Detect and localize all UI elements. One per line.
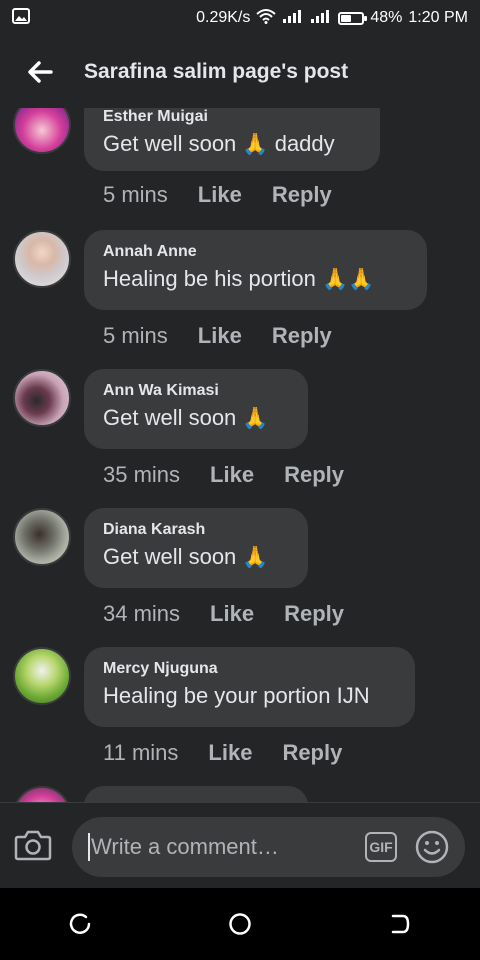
comment-time: 5 mins [103, 182, 168, 207]
emoji: 🙏 [242, 546, 269, 569]
comment-bubble[interactable] [84, 786, 308, 802]
wifi-icon [256, 8, 277, 29]
like-button[interactable]: Like [208, 740, 252, 766]
back-nav-button[interactable] [380, 904, 420, 944]
emoji-button[interactable] [415, 830, 449, 864]
comment-bubble[interactable]: Diana Karash Get well soon 🙏 [84, 508, 308, 588]
avatar[interactable] [13, 230, 71, 288]
avatar[interactable] [13, 786, 71, 802]
emoji: 🙏 [242, 407, 269, 430]
camera-icon [14, 830, 52, 861]
network-speed: 0.29K/s [196, 9, 251, 26]
back-nav-icon [391, 914, 410, 934]
status-bar: 0.29K/s 48% 1:20 PM [0, 0, 480, 36]
comment-text: Healing be his portion 🙏🙏 [103, 266, 375, 291]
comment-time: 11 mins [103, 740, 179, 765]
comment-meta: 11 mins Like Reply [103, 740, 342, 766]
page-title: Sarafina salim page's post [84, 60, 349, 83]
header: Sarafina salim page's post [0, 36, 480, 108]
smiley-icon [415, 830, 449, 864]
comment-time: 35 mins [103, 462, 181, 487]
text-caret [88, 833, 90, 861]
camera-button[interactable] [14, 829, 54, 865]
comment-bubble[interactable]: Esther Muigai Get well soon 🙏 daddy [84, 108, 380, 171]
home-icon [229, 913, 251, 935]
comments-list[interactable]: Esther Muigai Get well soon 🙏 daddy 5 mi… [0, 108, 480, 802]
home-button[interactable] [220, 904, 260, 944]
like-button[interactable]: Like [210, 601, 254, 627]
comment-author[interactable]: Mercy Njuguna [103, 660, 395, 678]
reply-button[interactable]: Reply [282, 740, 342, 766]
comment-text: Get well soon 🙏 [103, 544, 269, 569]
comment-meta: 34 mins Like Reply [103, 601, 344, 627]
like-button[interactable]: Like [198, 182, 242, 208]
comment-text: Get well soon 🙏 daddy [103, 131, 335, 156]
gif-button[interactable]: GIF [365, 832, 397, 862]
comment-author[interactable]: Esther Muigai [103, 108, 360, 126]
comment-author[interactable]: Annah Anne [103, 243, 407, 261]
system-nav-bar [0, 888, 480, 960]
emoji: 🙏🙏 [321, 268, 375, 291]
avatar[interactable] [13, 108, 71, 154]
battery-icon [338, 11, 368, 25]
like-button[interactable]: Like [198, 323, 242, 349]
comment-bubble[interactable]: Mercy Njuguna Healing be your portion IJ… [84, 647, 415, 727]
comment-meta: 5 mins Like Reply [103, 182, 332, 208]
emoji: 🙏 [242, 133, 269, 156]
comment-bubble[interactable]: Annah Anne Healing be his portion 🙏🙏 [84, 230, 427, 310]
battery-level [341, 14, 352, 22]
back-button[interactable] [20, 52, 60, 92]
comment-input[interactable]: Write a comment… GIF [72, 817, 465, 877]
comment-composer: Write a comment… GIF [0, 802, 480, 888]
comment-bubble[interactable]: Ann Wa Kimasi Get well soon 🙏 [84, 369, 308, 449]
comment-time: 5 mins [103, 323, 168, 348]
reply-button[interactable]: Reply [284, 601, 344, 627]
comment-author[interactable]: Diana Karash [103, 521, 288, 539]
reply-button[interactable]: Reply [272, 182, 332, 208]
arrow-left-icon [28, 61, 53, 83]
signal-icon [282, 8, 304, 29]
comment-meta: 5 mins Like Reply [103, 323, 332, 349]
comment-text: Get well soon 🙏 [103, 405, 269, 430]
comment-text: Healing be your portion IJN [103, 683, 370, 708]
avatar[interactable] [13, 647, 71, 705]
gallery-icon [12, 7, 30, 29]
comment-placeholder: Write a comment… [91, 834, 279, 859]
recent-apps-icon [69, 913, 91, 934]
avatar[interactable] [13, 369, 71, 427]
recent-apps-button[interactable] [60, 904, 100, 944]
avatar[interactable] [13, 508, 71, 566]
reply-button[interactable]: Reply [284, 462, 344, 488]
comment-time: 34 mins [103, 601, 181, 626]
battery-percent: 48% [370, 9, 403, 26]
clock: 1:20 PM [408, 9, 468, 26]
comment-meta: 35 mins Like Reply [103, 462, 344, 488]
comment-author[interactable]: Ann Wa Kimasi [103, 382, 288, 400]
reply-button[interactable]: Reply [272, 323, 332, 349]
status-indicators: 0.29K/s 48% 1:20 PM [196, 8, 468, 29]
signal-icon-2 [310, 8, 332, 29]
like-button[interactable]: Like [210, 462, 254, 488]
